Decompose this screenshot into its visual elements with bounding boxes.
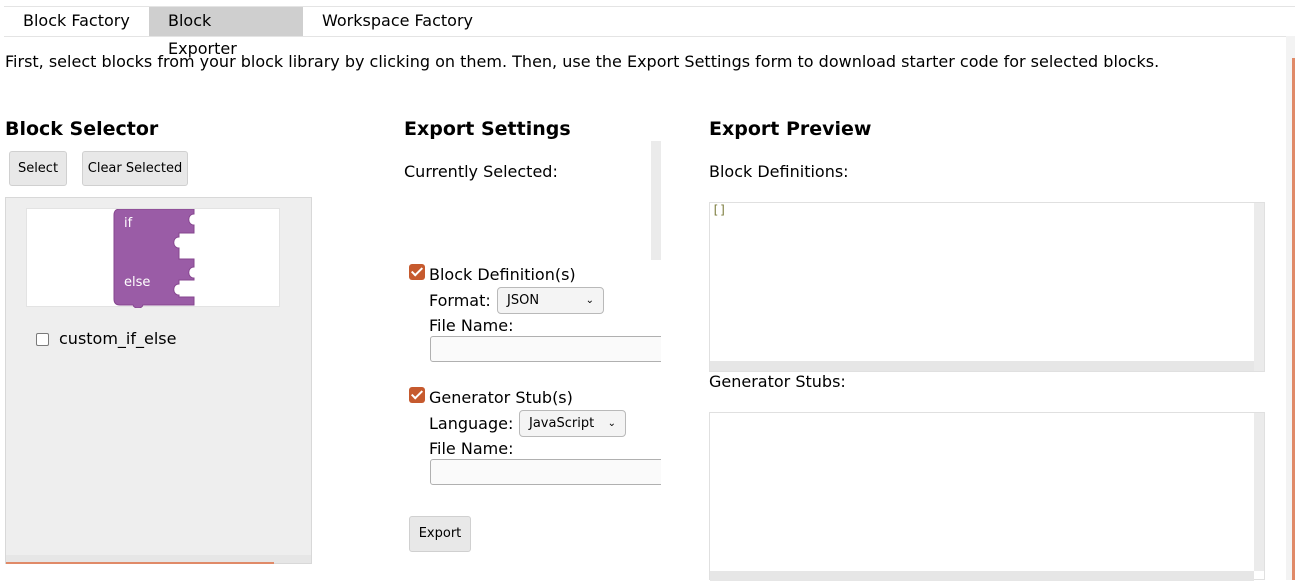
block-preview-card[interactable]: if else — [26, 208, 281, 308]
generator-stub-label: Generator Stub(s) — [429, 388, 573, 407]
tab-block-exporter[interactable]: Block Exporter — [149, 7, 303, 58]
preview-h-scrollbar[interactable] — [710, 361, 1254, 371]
block-if-text: if — [124, 216, 133, 231]
block-definitions-label: Block Definitions: — [709, 162, 849, 181]
block-selector-title: Block Selector — [5, 118, 159, 140]
chevron-down-icon: ⌄ — [607, 418, 616, 429]
intro-text: First, select blocks from your block lib… — [5, 52, 1160, 71]
block-name-label: custom_if_else — [59, 329, 177, 348]
chevron-down-icon: ⌄ — [585, 295, 594, 306]
language-value: JavaScript — [529, 416, 595, 431]
block-else-text: else — [124, 275, 150, 290]
export-settings-title: Export Settings — [404, 118, 571, 140]
format-value: JSON — [507, 293, 540, 308]
custom-if-else-block[interactable]: if else — [27, 209, 281, 308]
block-definitions-preview[interactable]: [] — [709, 202, 1265, 372]
tab-bar: Block Factory Block Exporter Workspace F… — [4, 6, 1295, 58]
select-button[interactable]: Select — [9, 151, 67, 186]
format-select[interactable]: JSON ⌄ — [497, 287, 604, 314]
tab-workspace-factory[interactable]: Workspace Factory — [303, 7, 493, 36]
language-select[interactable]: JavaScript ⌄ — [519, 410, 626, 437]
block-definitions-code: [] — [712, 203, 727, 217]
language-label: Language: — [429, 414, 514, 433]
selector-scroll-accent — [6, 562, 274, 564]
file-name-label-2: File Name: — [429, 439, 514, 458]
block-checkbox[interactable] — [36, 333, 49, 346]
format-label: Format: — [429, 291, 491, 310]
generator-file-name-input[interactable] — [430, 459, 665, 485]
selected-list-scrollbar[interactable] — [651, 141, 661, 260]
block-definition-checkbox[interactable] — [409, 264, 425, 280]
block-selector-panel: if else custom_if_else — [5, 197, 312, 564]
preview-v-scrollbar[interactable] — [1254, 203, 1264, 371]
column-gutter — [661, 330, 707, 490]
stubs-v-scrollbar[interactable] — [1254, 413, 1264, 571]
clear-selected-button[interactable]: Clear Selected — [82, 151, 188, 186]
generator-stub-checkbox[interactable] — [409, 387, 425, 403]
currently-selected-label: Currently Selected: — [404, 162, 558, 181]
export-preview-title: Export Preview — [709, 118, 872, 140]
tab-block-factory[interactable]: Block Factory — [4, 7, 149, 36]
block-definition-label: Block Definition(s) — [429, 265, 576, 284]
export-button[interactable]: Export — [409, 516, 471, 552]
generator-stubs-preview[interactable] — [709, 412, 1265, 581]
block-file-name-input[interactable] — [430, 336, 665, 362]
generator-stubs-label: Generator Stubs: — [709, 372, 846, 391]
page-scrollbar-thumb[interactable] — [1292, 58, 1295, 580]
file-name-label: File Name: — [429, 316, 514, 335]
